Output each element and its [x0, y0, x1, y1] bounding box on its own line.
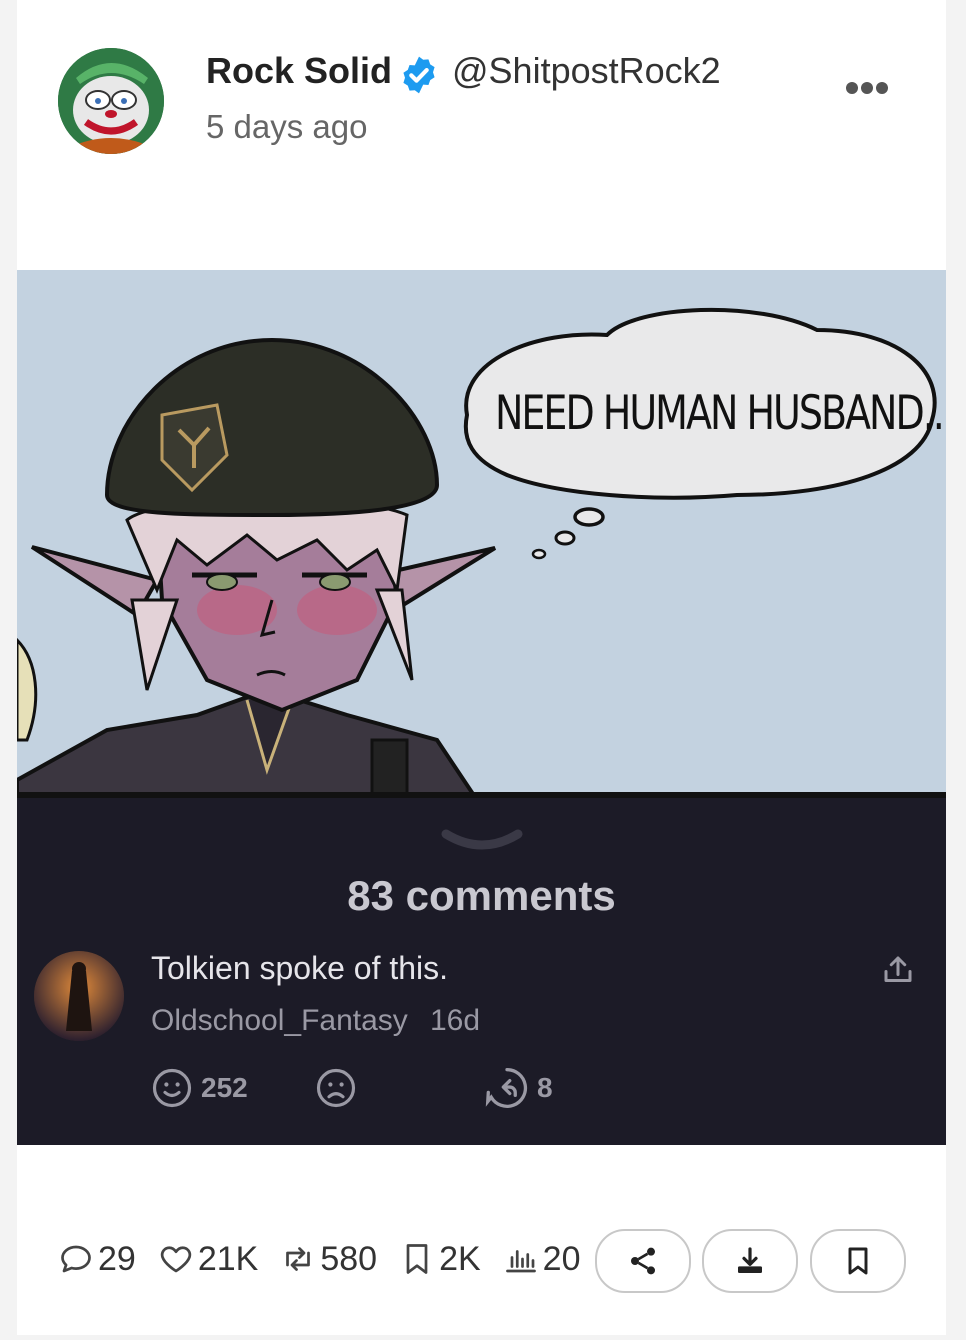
views-chart-icon	[505, 1250, 536, 1273]
bookmark-outline-icon	[406, 1244, 428, 1274]
comic-illustration	[17, 270, 946, 800]
comment-username[interactable]: Oldschool_Fantasy	[151, 1004, 408, 1038]
reply-icon	[485, 1068, 528, 1108]
comment-share-icon[interactable]	[880, 952, 916, 988]
more-dots-icon[interactable]	[840, 68, 894, 108]
comment-reply-count: 8	[537, 1072, 553, 1103]
download-icon	[738, 1247, 762, 1273]
comment-like-count: 252	[201, 1072, 248, 1103]
comment-text: Tolkien spoke of this.	[151, 950, 449, 986]
commenter-avatar[interactable]	[34, 951, 124, 1041]
verified-badge-icon	[403, 56, 435, 94]
author-name[interactable]: Rock Solid	[206, 50, 392, 92]
comment-bubble-icon	[61, 1245, 91, 1273]
heart-icon	[160, 1246, 192, 1273]
bookmark-icon	[848, 1247, 868, 1275]
share-button[interactable]	[595, 1229, 691, 1293]
chevron-down-icon[interactable]	[440, 828, 524, 854]
bookmarks-stat-count: 2K	[439, 1239, 481, 1278]
download-button[interactable]	[702, 1229, 798, 1293]
post-timestamp: 5 days ago	[206, 108, 368, 145]
views-stat[interactable]: 20	[503, 1240, 583, 1279]
likes-stat[interactable]: 21K	[158, 1239, 259, 1279]
author-handle[interactable]: @ShitpostRock2	[452, 50, 721, 92]
share-icon	[631, 1247, 655, 1275]
reposts-stat[interactable]: 580	[280, 1240, 377, 1279]
comments-count[interactable]: 83 comments	[17, 872, 946, 920]
likes-stat-count: 21K	[197, 1239, 259, 1278]
comment-dislike-button[interactable]	[315, 1066, 357, 1110]
comment-reply-button[interactable]: 8	[485, 1066, 553, 1110]
frown-icon	[316, 1068, 356, 1108]
comment-age: 16d	[430, 1004, 481, 1037]
bookmarks-stat[interactable]: 2K	[399, 1240, 481, 1279]
post-image[interactable]: NEED HUMAN HUSBAND...	[17, 270, 946, 800]
author-avatar[interactable]	[58, 48, 164, 154]
post-stats-bar: 29 21K 580 2K 20	[58, 1234, 605, 1284]
comments-stat[interactable]: 29	[58, 1240, 136, 1279]
reposts-stat-count: 580	[320, 1239, 378, 1278]
smile-icon	[152, 1068, 192, 1108]
views-stat-count: 20	[542, 1239, 581, 1278]
repost-icon	[286, 1247, 311, 1271]
thought-bubble-text: NEED HUMAN HUSBAND...	[495, 385, 946, 440]
bookmark-button[interactable]	[810, 1229, 906, 1293]
comment-like-button[interactable]: 252	[151, 1066, 248, 1110]
comments-stat-count: 29	[98, 1239, 136, 1278]
